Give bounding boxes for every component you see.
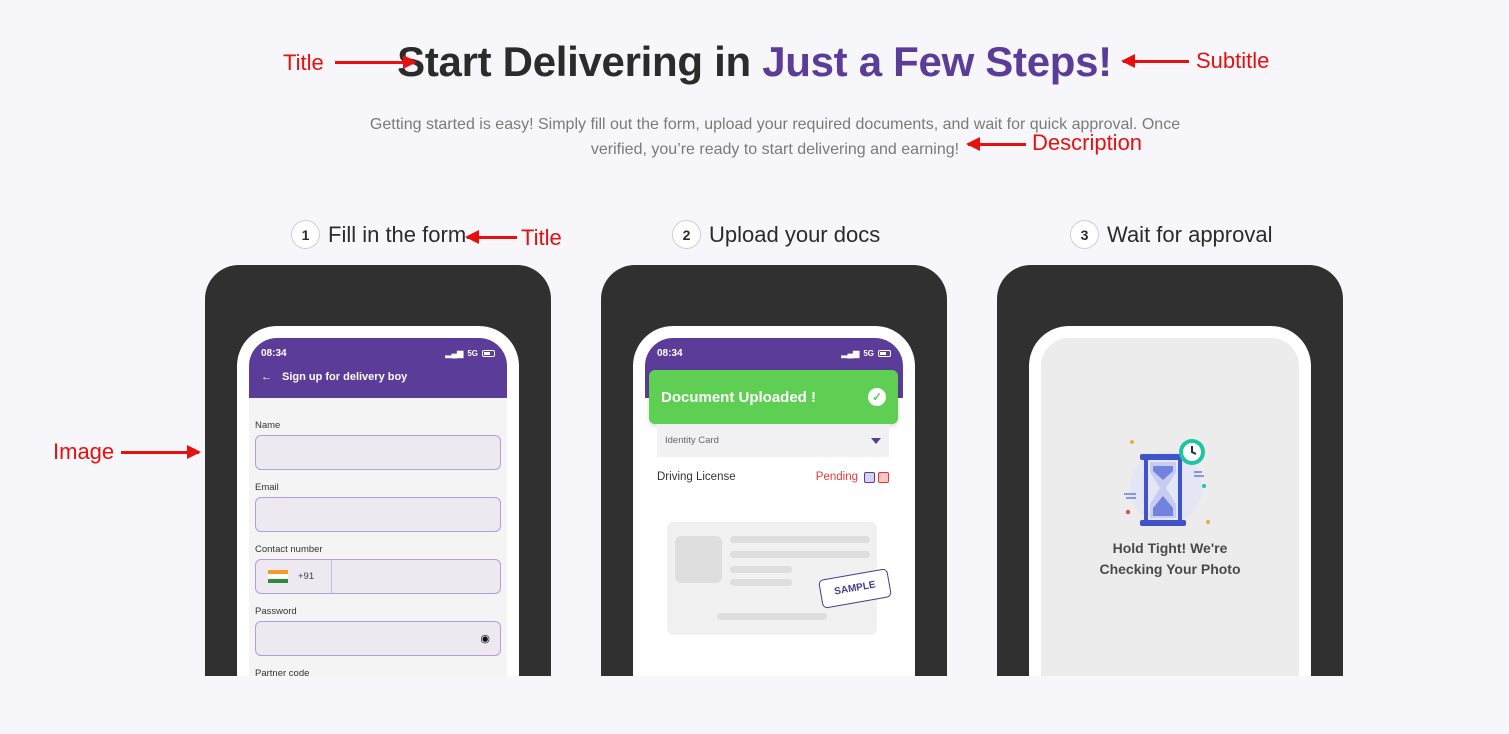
screen-title: Sign up for delivery boy <box>282 371 408 383</box>
status-bar: 08:34 ▂▄▆ 5G <box>261 348 495 359</box>
title-accent: Just a Few Steps! <box>762 38 1112 85</box>
app-bar: 08:34 ▂▄▆ 5G ← Sign up for delivery boy <box>249 338 507 398</box>
step-3-image: Hold Tight! We're Checking Your Photo <box>997 265 1343 676</box>
caret-down-icon <box>871 437 881 444</box>
waiting-line-2: Checking Your Photo <box>1099 561 1241 577</box>
status-bar: 08:34 ▂▄▆ 5G <box>657 348 891 359</box>
toast-message: Document Uploaded ! <box>661 388 817 406</box>
annotation-subtitle: Subtitle <box>1196 48 1270 73</box>
back-arrow-icon[interactable]: ← <box>261 371 272 383</box>
phone-screen: Hold Tight! We're Checking Your Photo <box>1041 338 1299 676</box>
license-photo-placeholder <box>675 536 722 583</box>
email-field[interactable] <box>255 497 501 532</box>
country-code: +91 <box>298 571 315 582</box>
annotation-title-arrow <box>335 55 417 69</box>
network-label: 5G <box>863 349 874 358</box>
placeholder-line <box>730 551 870 558</box>
step-2-image: 08:34 ▂▄▆ 5G Document Uploaded ! ✓ Ident… <box>601 265 947 676</box>
phone-frame: 08:34 ▂▄▆ 5G ← Sign up for delivery boy … <box>237 326 519 676</box>
email-label: Email <box>255 482 279 493</box>
upload-success-toast: Document Uploaded ! ✓ <box>649 370 898 424</box>
license-preview-image: SAMPLE <box>667 522 892 635</box>
nav-bar: ← Sign up for delivery boy <box>261 371 495 383</box>
network-label: 5G <box>467 349 478 358</box>
step-3-label: Wait for approval <box>1107 221 1273 247</box>
signup-form: Name Email Contact number +91 Password ◉ <box>249 398 507 676</box>
annotation-step-title: Title <box>521 225 562 250</box>
driving-license-row: Driving License Pending <box>657 471 889 483</box>
step-1-label: Fill in the form <box>328 221 467 247</box>
eye-off-icon[interactable]: ◉ <box>480 632 490 645</box>
signal-icon: ▂▄▆ <box>445 349 464 358</box>
annotation-step-title-arrow <box>465 230 517 244</box>
step-3-title: 3 Wait for approval <box>1070 220 1272 249</box>
india-flag-icon <box>268 570 288 583</box>
status-time: 08:34 <box>657 348 683 359</box>
placeholder-line <box>730 566 792 573</box>
annotation-description-arrow <box>966 137 1026 151</box>
phone-screen: 08:34 ▂▄▆ 5G Document Uploaded ! ✓ Ident… <box>645 338 903 676</box>
waiting-line-1: Hold Tight! We're <box>1112 540 1228 556</box>
battery-icon <box>482 350 495 357</box>
phone-frame: Hold Tight! We're Checking Your Photo <box>1029 326 1311 676</box>
phone-frame: 08:34 ▂▄▆ 5G Document Uploaded ! ✓ Ident… <box>633 326 915 676</box>
annotation-description: Description <box>1032 130 1143 155</box>
contact-field[interactable]: +91 <box>255 559 501 594</box>
step-1-title: 1 Fill in the form <box>291 220 466 249</box>
step-2-title: 2 Upload your docs <box>672 220 880 249</box>
delete-icon[interactable] <box>878 471 889 483</box>
driving-license-label: Driving License <box>657 471 736 483</box>
step-3-number: 3 <box>1070 220 1099 249</box>
status-icons: ▂▄▆ 5G <box>841 348 891 359</box>
sample-stamp: SAMPLE <box>818 568 892 609</box>
hourglass-clock-icon <box>1124 439 1210 526</box>
annotation-title: Title <box>283 50 324 75</box>
placeholder-line <box>717 613 827 620</box>
annotation-subtitle-arrow <box>1121 54 1189 68</box>
name-field[interactable] <box>255 435 501 470</box>
step-2-label: Upload your docs <box>709 221 881 247</box>
country-code-selector[interactable]: +91 <box>256 560 332 593</box>
edit-icon[interactable] <box>864 471 875 483</box>
battery-icon <box>878 350 891 357</box>
dropdown-value: Identity Card <box>665 435 719 446</box>
status-badge: Pending <box>816 471 889 483</box>
pending-label: Pending <box>815 471 858 483</box>
phone-screen: 08:34 ▂▄▆ 5G ← Sign up for delivery boy … <box>249 338 507 676</box>
title-main: Start Delivering in <box>397 38 763 85</box>
step-1-image: 08:34 ▂▄▆ 5G ← Sign up for delivery boy … <box>205 265 551 676</box>
annotation-image: Image <box>53 439 115 464</box>
step-1-number: 1 <box>291 220 320 249</box>
placeholder-line <box>730 536 870 543</box>
password-field[interactable]: ◉ <box>255 621 501 656</box>
status-time: 08:34 <box>261 348 287 359</box>
document-type-dropdown[interactable]: Identity Card <box>657 424 889 457</box>
placeholder-line <box>730 579 792 586</box>
name-label: Name <box>255 420 281 431</box>
signal-icon: ▂▄▆ <box>841 349 860 358</box>
page-title: Start Delivering in Just a Few Steps! <box>0 38 1509 86</box>
contact-label: Contact number <box>255 544 323 555</box>
status-icons: ▂▄▆ 5G <box>445 348 495 359</box>
waiting-message: Hold Tight! We're Checking Your Photo <box>1099 538 1240 580</box>
partner-code-label: Partner code <box>255 668 310 676</box>
step-2-number: 2 <box>672 220 701 249</box>
check-circle-icon: ✓ <box>868 388 886 406</box>
password-label: Password <box>255 606 297 617</box>
annotation-image-arrow <box>121 445 201 459</box>
